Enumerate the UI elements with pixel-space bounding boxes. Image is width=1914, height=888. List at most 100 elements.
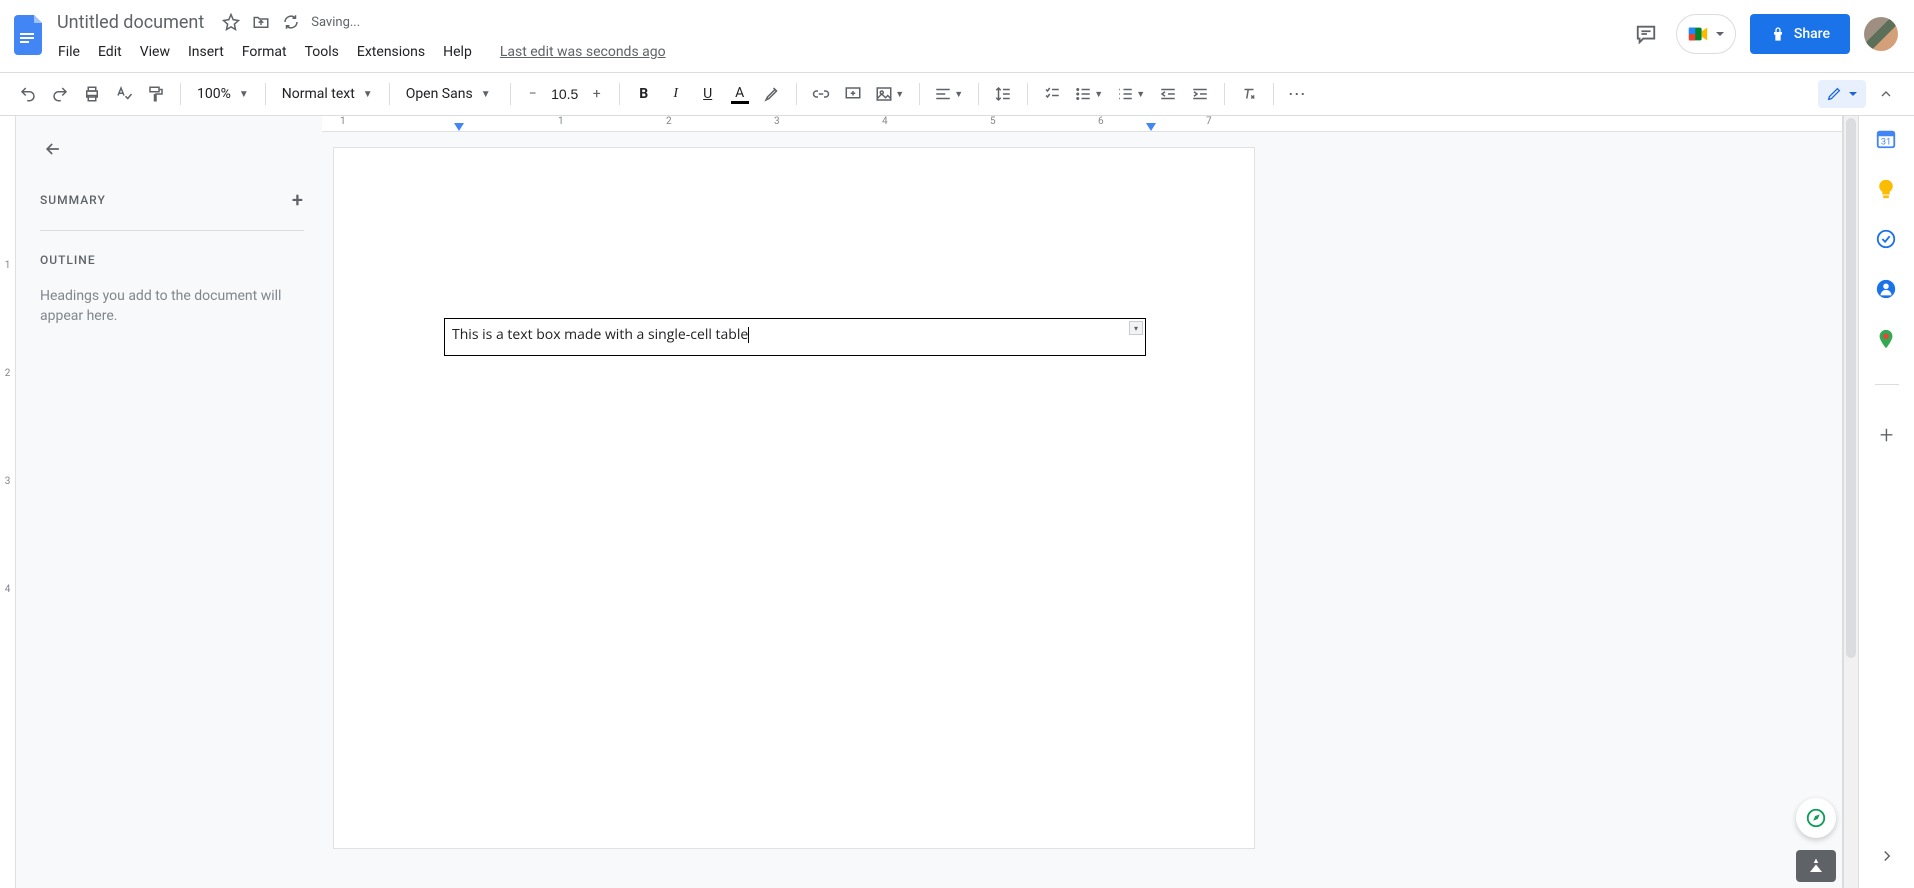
scrollbar[interactable] (1843, 116, 1858, 888)
document-title[interactable]: Untitled document (50, 9, 211, 36)
summary-header: SUMMARY + (40, 188, 304, 231)
collapse-side-panel-button[interactable] (1863, 832, 1911, 880)
outline-sidebar: SUMMARY + OUTLINE Headings you add to th… (16, 116, 322, 888)
calendar-icon[interactable]: 31 (1875, 128, 1899, 152)
workspace: 1 2 3 4 SUMMARY + OUTLINE Headings you a… (0, 116, 1914, 888)
ruler-number: 7 (1206, 116, 1212, 127)
ruler-number: 1 (340, 116, 346, 127)
side-panel: 31 + (1858, 116, 1914, 888)
more-button[interactable]: ⋯ (1284, 80, 1312, 108)
redo-button[interactable] (46, 80, 74, 108)
separator (919, 83, 920, 105)
underline-button[interactable]: U (694, 80, 722, 108)
document-page[interactable]: This is a text box made with a single-ce… (334, 148, 1254, 848)
checklist-button[interactable] (1038, 80, 1066, 108)
svg-text:31: 31 (1880, 138, 1890, 148)
undo-button[interactable] (14, 80, 42, 108)
styles-dropdown[interactable]: Normal text ▼ (276, 80, 379, 108)
print-button[interactable] (78, 80, 106, 108)
clear-formatting-button[interactable] (1235, 80, 1263, 108)
insert-image-button[interactable]: ▼ (871, 80, 909, 108)
text-color-button[interactable]: A (726, 80, 754, 108)
app-header: Untitled document Saving... File Edit Vi… (0, 0, 1914, 72)
menu-format[interactable]: Format (234, 40, 295, 64)
maps-icon[interactable] (1875, 328, 1899, 352)
menu-view[interactable]: View (132, 40, 178, 64)
ruler-number: 3 (774, 116, 780, 127)
font-size-increase[interactable]: + (585, 82, 609, 106)
menu-tools[interactable]: Tools (297, 40, 347, 64)
share-label: Share (1794, 26, 1830, 42)
explore-button[interactable] (1796, 798, 1836, 838)
add-addon-button[interactable]: + (1875, 423, 1899, 447)
paint-format-button[interactable] (142, 80, 170, 108)
separator (619, 83, 620, 105)
right-indent-marker-icon[interactable] (1146, 123, 1156, 131)
keep-icon[interactable] (1875, 178, 1899, 202)
horizontal-ruler[interactable]: 1 1 2 3 4 5 6 7 (322, 116, 1842, 132)
zoom-value: 100% (197, 86, 231, 102)
highlight-button[interactable] (758, 80, 786, 108)
docs-logo-icon[interactable] (10, 8, 50, 62)
menu-help[interactable]: Help (435, 40, 480, 64)
tasks-icon[interactable] (1875, 228, 1899, 252)
star-icon[interactable] (221, 12, 241, 32)
header-right: Share (1630, 14, 1898, 54)
add-summary-icon[interactable]: + (292, 188, 304, 212)
chevron-down-icon: ▼ (239, 89, 249, 100)
saving-status: Saving... (311, 15, 360, 30)
numbered-list-button[interactable]: ▼ (1112, 80, 1150, 108)
zoom-dropdown[interactable]: 100% ▼ (191, 80, 255, 108)
insert-link-button[interactable] (807, 80, 835, 108)
separator (265, 83, 266, 105)
cloud-status-icon[interactable] (281, 12, 301, 32)
menu-edit[interactable]: Edit (90, 40, 130, 64)
font-size-input[interactable] (545, 82, 585, 106)
bold-button[interactable]: B (630, 80, 658, 108)
share-button[interactable]: Share (1750, 14, 1850, 54)
separator (796, 83, 797, 105)
increase-indent-button[interactable] (1186, 80, 1214, 108)
indent-marker-icon[interactable] (454, 123, 464, 131)
font-size-group: − + (521, 82, 609, 106)
canvas-area[interactable]: 1 1 2 3 4 5 6 7 This is a text box made … (322, 116, 1843, 888)
avatar[interactable] (1864, 17, 1898, 51)
dictionary-button[interactable] (1796, 850, 1836, 882)
summary-label: SUMMARY (40, 193, 106, 207)
comment-history-icon[interactable] (1630, 18, 1662, 50)
table-cell[interactable]: This is a text box made with a single-ce… (444, 318, 1146, 356)
separator (510, 83, 511, 105)
ruler-number: 1 (558, 116, 564, 127)
meet-button[interactable] (1676, 14, 1736, 54)
table-text: This is a text box made with a single-ce… (452, 325, 748, 344)
menu-extensions[interactable]: Extensions (349, 40, 433, 64)
ruler-number: 2 (666, 116, 672, 127)
font-dropdown[interactable]: Open Sans ▼ (400, 80, 500, 108)
close-outline-button[interactable] (40, 136, 66, 162)
font-size-decrease[interactable]: − (521, 82, 545, 106)
separator (978, 83, 979, 105)
add-comment-button[interactable] (839, 80, 867, 108)
ruler-number: 4 (882, 116, 888, 127)
style-value: Normal text (282, 86, 355, 102)
menu-insert[interactable]: Insert (180, 40, 232, 64)
separator (1224, 83, 1225, 105)
scroll-thumb[interactable] (1846, 118, 1856, 658)
spellcheck-button[interactable] (110, 80, 138, 108)
line-spacing-button[interactable] (989, 80, 1017, 108)
bulleted-list-button[interactable]: ▼ (1070, 80, 1108, 108)
contacts-icon[interactable] (1875, 278, 1899, 302)
move-icon[interactable] (251, 12, 271, 32)
editing-mode-button[interactable] (1818, 80, 1866, 108)
hide-menus-button[interactable] (1872, 80, 1900, 108)
separator (1875, 384, 1899, 385)
page-surface: This is a text box made with a single-ce… (322, 132, 1842, 888)
last-edit-link[interactable]: Last edit was seconds ago (492, 40, 674, 64)
table-options-icon[interactable]: ▾ (1129, 321, 1143, 335)
decrease-indent-button[interactable] (1154, 80, 1182, 108)
align-button[interactable]: ▼ (930, 80, 968, 108)
text-caret (748, 327, 749, 343)
separator (1273, 83, 1274, 105)
menu-file[interactable]: File (50, 40, 88, 64)
italic-button[interactable]: I (662, 80, 690, 108)
